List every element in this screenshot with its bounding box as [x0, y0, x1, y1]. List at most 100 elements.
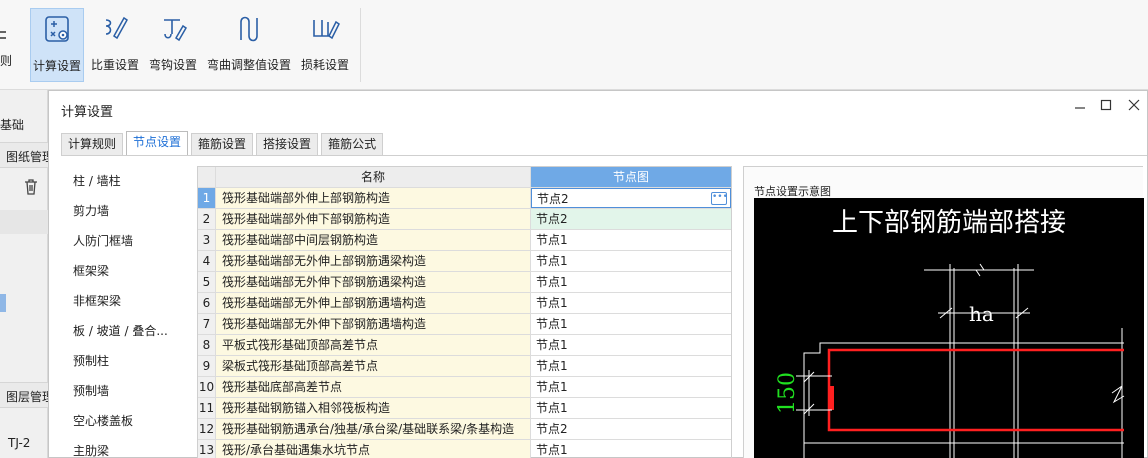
category-item[interactable]: 空心楼盖板: [61, 406, 187, 436]
row-number: 5: [198, 272, 216, 292]
more-icon[interactable]: •••: [711, 192, 728, 205]
table-row[interactable]: 4 筏形基础端部无外伸上部钢筋遇梁构造 节点1: [198, 251, 731, 272]
row-name: 筏形基础端部外伸上部钢筋构造: [216, 188, 531, 208]
density-settings-label: 比重设置: [90, 58, 139, 72]
row-name: 筏形基础钢筋锚入相邻筏板构造: [216, 398, 531, 418]
tab-stirrup-formula[interactable]: 箍筋公式: [321, 133, 384, 155]
table-row[interactable]: 9 梁板式筏形基础顶部高差节点 节点1: [198, 356, 731, 377]
tab-stirrup-settings[interactable]: 箍筋设置: [191, 133, 254, 155]
table-row[interactable]: 12 筏形基础钢筋遇承台/独基/承台梁/基础联系梁/条基构造 节点2: [198, 419, 731, 440]
density-settings-icon: [105, 16, 128, 40]
loss-settings-label: 损耗设置: [300, 58, 349, 72]
row-number: 11: [198, 398, 216, 418]
node-settings-grid: 名称 节点图 1 筏形基础端部外伸上部钢筋构造 节点2 ••• 2 筏形基础端部外…: [197, 166, 732, 458]
node-diagram: 上下部钢筋端部搭接 ha 150: [754, 198, 1144, 458]
table-row[interactable]: 6 筏形基础端部无外伸上部钢筋遇墙构造 节点1: [198, 293, 731, 314]
row-node[interactable]: 节点1: [531, 251, 731, 271]
category-item[interactable]: 人防门框墙: [61, 226, 187, 256]
row-number: 12: [198, 419, 216, 439]
row-name: 梁板式筏形基础顶部高差节点: [216, 356, 531, 376]
row-number: 8: [198, 335, 216, 355]
row-node[interactable]: 节点1: [531, 230, 731, 250]
minimize-button[interactable]: [1069, 97, 1091, 117]
close-button[interactable]: [1123, 97, 1145, 117]
header-name[interactable]: 名称: [216, 167, 531, 187]
row-number: 4: [198, 251, 216, 271]
minimize-icon: [1075, 107, 1085, 109]
table-row[interactable]: 10 筏形基础底部高差节点 节点1: [198, 377, 731, 398]
layer-manager-header[interactable]: 图层管理: [0, 382, 54, 408]
loss-settings-icon: [313, 20, 340, 40]
tab-content: 柱 / 墙柱 剪力墙 人防门框墙 框架梁 非框架梁 板 / 坡道 / 叠合...…: [61, 155, 1147, 458]
header-node[interactable]: 节点图: [531, 167, 731, 187]
table-row[interactable]: 8 平板式筏形基础顶部高差节点 节点1: [198, 335, 731, 356]
category-item[interactable]: 非框架梁: [61, 286, 187, 316]
hook-settings-label: 弯钩设置: [148, 58, 197, 72]
table-row[interactable]: 7 筏形基础端部无外伸下部钢筋遇墙构造 节点1: [198, 314, 731, 335]
loss-settings-button[interactable]: 损耗设置: [298, 8, 352, 82]
row-name: 筏形基础端部中间层钢筋构造: [216, 230, 531, 250]
category-item[interactable]: 框架梁: [61, 256, 187, 286]
row-number: 7: [198, 314, 216, 334]
category-item[interactable]: 预制墙: [61, 376, 187, 406]
row-name: 筏形基础端部无外伸下部钢筋遇墙构造: [216, 314, 531, 334]
calc-settings-button[interactable]: 计算设置: [30, 8, 84, 82]
row-node[interactable]: 节点1: [531, 377, 731, 397]
ribbon-toolbar: 则 计算设置 比重设置 弯钩设置 弯曲调整值设置 损耗设置: [0, 0, 1148, 90]
table-row[interactable]: 11 筏形基础钢筋锚入相邻筏板构造 节点1: [198, 398, 731, 419]
row-number: 1: [198, 188, 216, 208]
table-row[interactable]: 13 筏形/承台基础遇集水坑节点 节点1: [198, 440, 731, 458]
row-node[interactable]: 节点1: [531, 398, 731, 418]
dim-150: 150: [775, 372, 800, 414]
row-number: 3: [198, 230, 216, 250]
category-item[interactable]: 剪力墙: [61, 196, 187, 226]
ribbon-partial-button[interactable]: 则: [0, 28, 14, 82]
row-node[interactable]: 节点1: [531, 440, 731, 458]
row-node[interactable]: 节点1: [531, 356, 731, 376]
tab-calc-rules[interactable]: 计算规则: [61, 133, 124, 155]
header-corner: [198, 167, 216, 187]
trash-icon[interactable]: [20, 176, 42, 198]
table-row[interactable]: 1 筏形基础端部外伸上部钢筋构造 节点2 •••: [198, 188, 731, 209]
row-node[interactable]: 节点1: [531, 272, 731, 292]
row-number: 9: [198, 356, 216, 376]
bend-adjust-label: 弯曲调整值设置: [206, 58, 291, 72]
category-item[interactable]: 板 / 坡道 / 叠合...: [61, 316, 187, 346]
row-node[interactable]: 节点1: [531, 314, 731, 334]
drawing-manager-header[interactable]: 图纸管理: [0, 142, 54, 168]
hook-settings-button[interactable]: 弯钩设置: [146, 8, 200, 82]
row-node-cell[interactable]: 节点2 •••: [531, 188, 731, 208]
row-name: 筏形基础端部无外伸下部钢筋遇梁构造: [216, 272, 531, 292]
row-name: 平板式筏形基础顶部高差节点: [216, 335, 531, 355]
left-panel-item[interactable]: TJ-2: [8, 436, 30, 450]
calc-settings-label: 计算设置: [32, 59, 81, 73]
node-preview-panel: 节点设置示意图 上下部钢筋端部搭接 ha 150: [743, 166, 1144, 458]
row-node[interactable]: 节点1: [531, 335, 731, 355]
bend-adjust-icon: [240, 16, 258, 42]
rebar-line: [827, 348, 1124, 432]
dialog-title: 计算设置: [61, 105, 114, 120]
tab-lap-settings[interactable]: 搭接设置: [256, 133, 319, 155]
table-row[interactable]: 3 筏形基础端部中间层钢筋构造 节点1: [198, 230, 731, 251]
row-node[interactable]: 节点2: [531, 209, 731, 229]
left-panel-row: [0, 210, 48, 234]
row-number: 6: [198, 293, 216, 313]
table-row[interactable]: 5 筏形基础端部无外伸下部钢筋遇梁构造 节点1: [198, 272, 731, 293]
row-node[interactable]: 节点2: [531, 419, 731, 439]
row-node[interactable]: 节点1: [531, 293, 731, 313]
close-icon: [1128, 99, 1140, 111]
tab-node-settings[interactable]: 节点设置: [126, 131, 189, 155]
node-diagram-drawing: 上下部钢筋端部搭接 ha 150: [775, 208, 1125, 458]
density-settings-button[interactable]: 比重设置: [90, 8, 140, 82]
table-row[interactable]: 2 筏形基础端部外伸下部钢筋构造 节点2: [198, 209, 731, 230]
bend-adjust-button[interactable]: 弯曲调整值设置: [206, 8, 292, 82]
category-item[interactable]: 柱 / 墙柱: [61, 166, 187, 196]
row-number: 10: [198, 377, 216, 397]
row-name: 筏形/承台基础遇集水坑节点: [216, 440, 531, 458]
category-item[interactable]: 预制柱: [61, 346, 187, 376]
left-panel-selection: [0, 294, 6, 312]
row-name: 筏形基础端部外伸下部钢筋构造: [216, 209, 531, 229]
category-item[interactable]: 主肋梁: [61, 436, 187, 458]
maximize-button[interactable]: [1095, 97, 1117, 117]
partial-icon: [0, 31, 6, 39]
